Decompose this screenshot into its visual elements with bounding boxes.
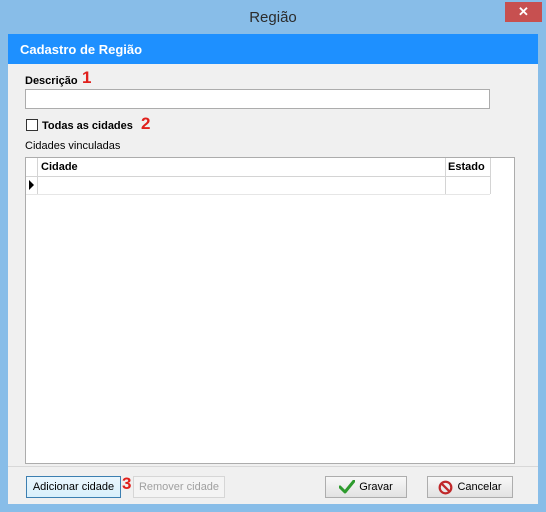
row-indicator — [26, 176, 38, 194]
cancelar-label: Cancelar — [457, 481, 502, 493]
row-indicator-header — [26, 158, 38, 176]
no-entry-icon — [439, 480, 453, 494]
grid-header: Cidade Estado — [26, 158, 491, 177]
dialog-body: Cadastro de Região Descrição 1 Todas as … — [8, 34, 538, 504]
close-button[interactable]: ✕ — [505, 2, 542, 22]
close-icon: ✕ — [518, 4, 529, 19]
cell-cidade[interactable] — [38, 176, 446, 194]
descricao-input[interactable] — [25, 89, 490, 109]
column-title-cidade: Cidade — [41, 161, 78, 173]
remover-cidade-button[interactable]: Remover cidade — [133, 476, 225, 498]
window: Região ✕ Cadastro de Região Descrição 1 … — [0, 0, 546, 512]
descricao-label: Descrição — [25, 75, 78, 87]
adicionar-cidade-button[interactable]: Adicionar cidade — [26, 476, 121, 498]
column-title-estado: Estado — [448, 161, 485, 173]
gravar-button[interactable]: Gravar — [325, 476, 407, 498]
section-title: Cadastro de Região — [20, 42, 143, 57]
todas-cidades-checkbox[interactable] — [26, 119, 38, 131]
todas-cidades-label: Todas as cidades — [42, 120, 133, 132]
table-row[interactable] — [26, 176, 491, 195]
marker-3: 3 — [122, 474, 132, 493]
cidades-vinculadas-label: Cidades vinculadas — [25, 140, 121, 152]
footer-separator — [8, 466, 538, 467]
cell-estado[interactable] — [446, 176, 491, 194]
marker-1: 1 — [82, 68, 92, 87]
remover-cidade-label: Remover cidade — [138, 481, 220, 493]
cancelar-button[interactable]: Cancelar — [427, 476, 513, 498]
adicionar-cidade-label: Adicionar cidade — [32, 481, 115, 493]
current-row-arrow-icon — [29, 180, 34, 190]
column-header-estado[interactable]: Estado — [446, 158, 491, 176]
window-title: Região — [249, 9, 297, 26]
marker-2: 2 — [141, 114, 151, 133]
gravar-label: Gravar — [359, 481, 393, 493]
title-bar: Região ✕ — [0, 0, 546, 34]
check-icon — [339, 480, 356, 494]
cidades-grid[interactable]: Cidade Estado — [25, 157, 515, 464]
section-header: Cadastro de Região — [8, 34, 538, 64]
column-header-cidade[interactable]: Cidade — [38, 158, 446, 176]
